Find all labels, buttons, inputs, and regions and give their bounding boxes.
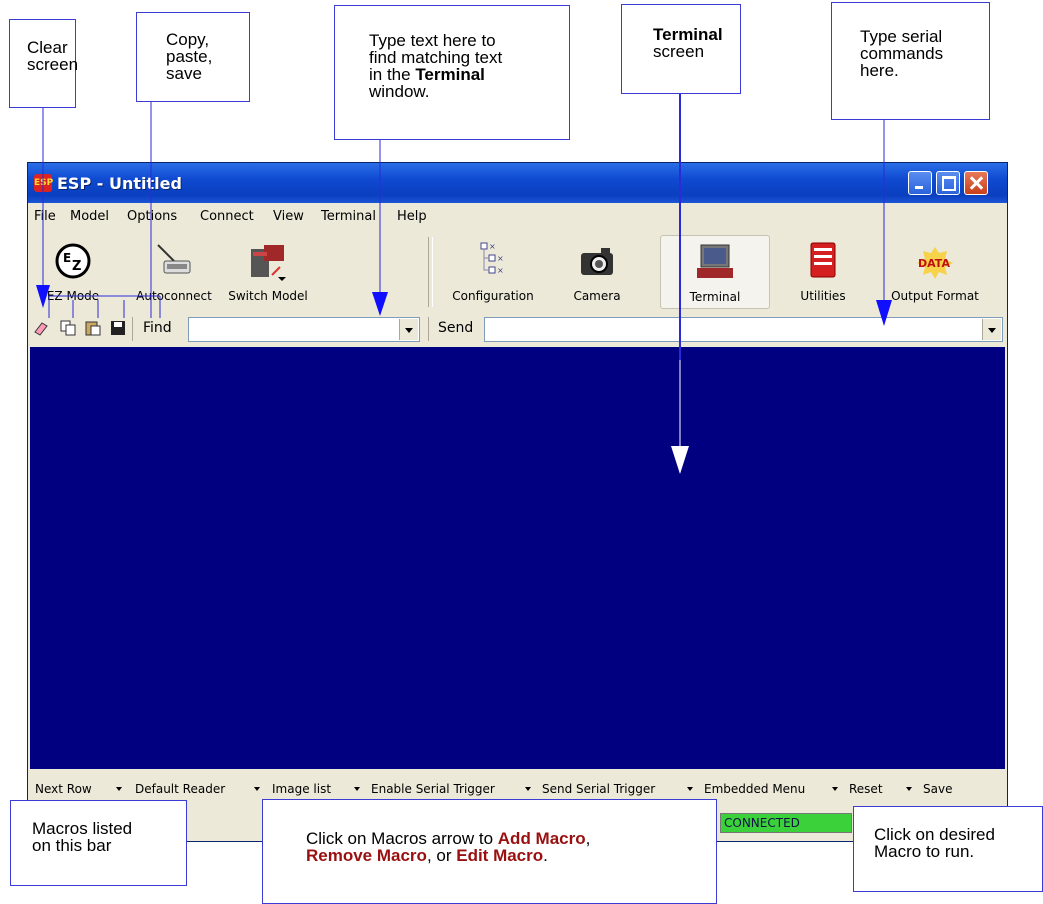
callout-serial-commands: Type serial commands here. [831, 2, 990, 120]
callout-line: Type text here to [369, 31, 496, 50]
callout-line: Terminal [653, 26, 740, 43]
callout-line: screen [653, 42, 705, 61]
callout-line: Clear [27, 38, 68, 57]
callout-macros-arrow: Click on Macros arrow to Add Macro, Remo… [262, 799, 717, 904]
callout-text: , or [426, 846, 457, 865]
callout-macros-bar: Macros listed on this bar [10, 800, 187, 886]
callout-find-text: Type text here to find matching text in … [334, 5, 570, 140]
callout-remove-macro: Remove Macro [306, 846, 427, 865]
callout-line: Remove Macro, or Edit Macro. [306, 847, 716, 864]
callout-line: Copy, [166, 30, 210, 49]
callout-text: , [585, 829, 591, 848]
callout-text: . [543, 846, 548, 865]
callout-copy-paste-save: Copy, paste, save [136, 12, 250, 102]
callout-clear-screen: Clear screen [9, 19, 79, 108]
callout-line: paste, [166, 47, 213, 66]
callout-line: Click on desired [874, 825, 995, 844]
callout-run-macro: Click on desired Macro to run. [853, 806, 1043, 892]
callout-line: in the Terminal [369, 66, 569, 83]
callout-edit-macro: Edit Macro [456, 846, 544, 865]
callout-line: Macros listed [32, 819, 133, 838]
callout-line: on this bar [32, 836, 112, 855]
callout-line: save [166, 64, 202, 83]
callout-line: commands [860, 44, 944, 63]
callout-line: Click on Macros arrow to Add Macro, [306, 830, 716, 847]
callout-terminal-screen: Terminal screen [621, 4, 741, 94]
callout-line: Type serial [860, 27, 943, 46]
callout-line: screen [27, 55, 79, 74]
callout-line: find matching text [369, 48, 503, 67]
callout-line: Macro to run. [874, 842, 975, 861]
callout-line: here. [860, 61, 899, 80]
callout-line: window. [369, 82, 430, 101]
